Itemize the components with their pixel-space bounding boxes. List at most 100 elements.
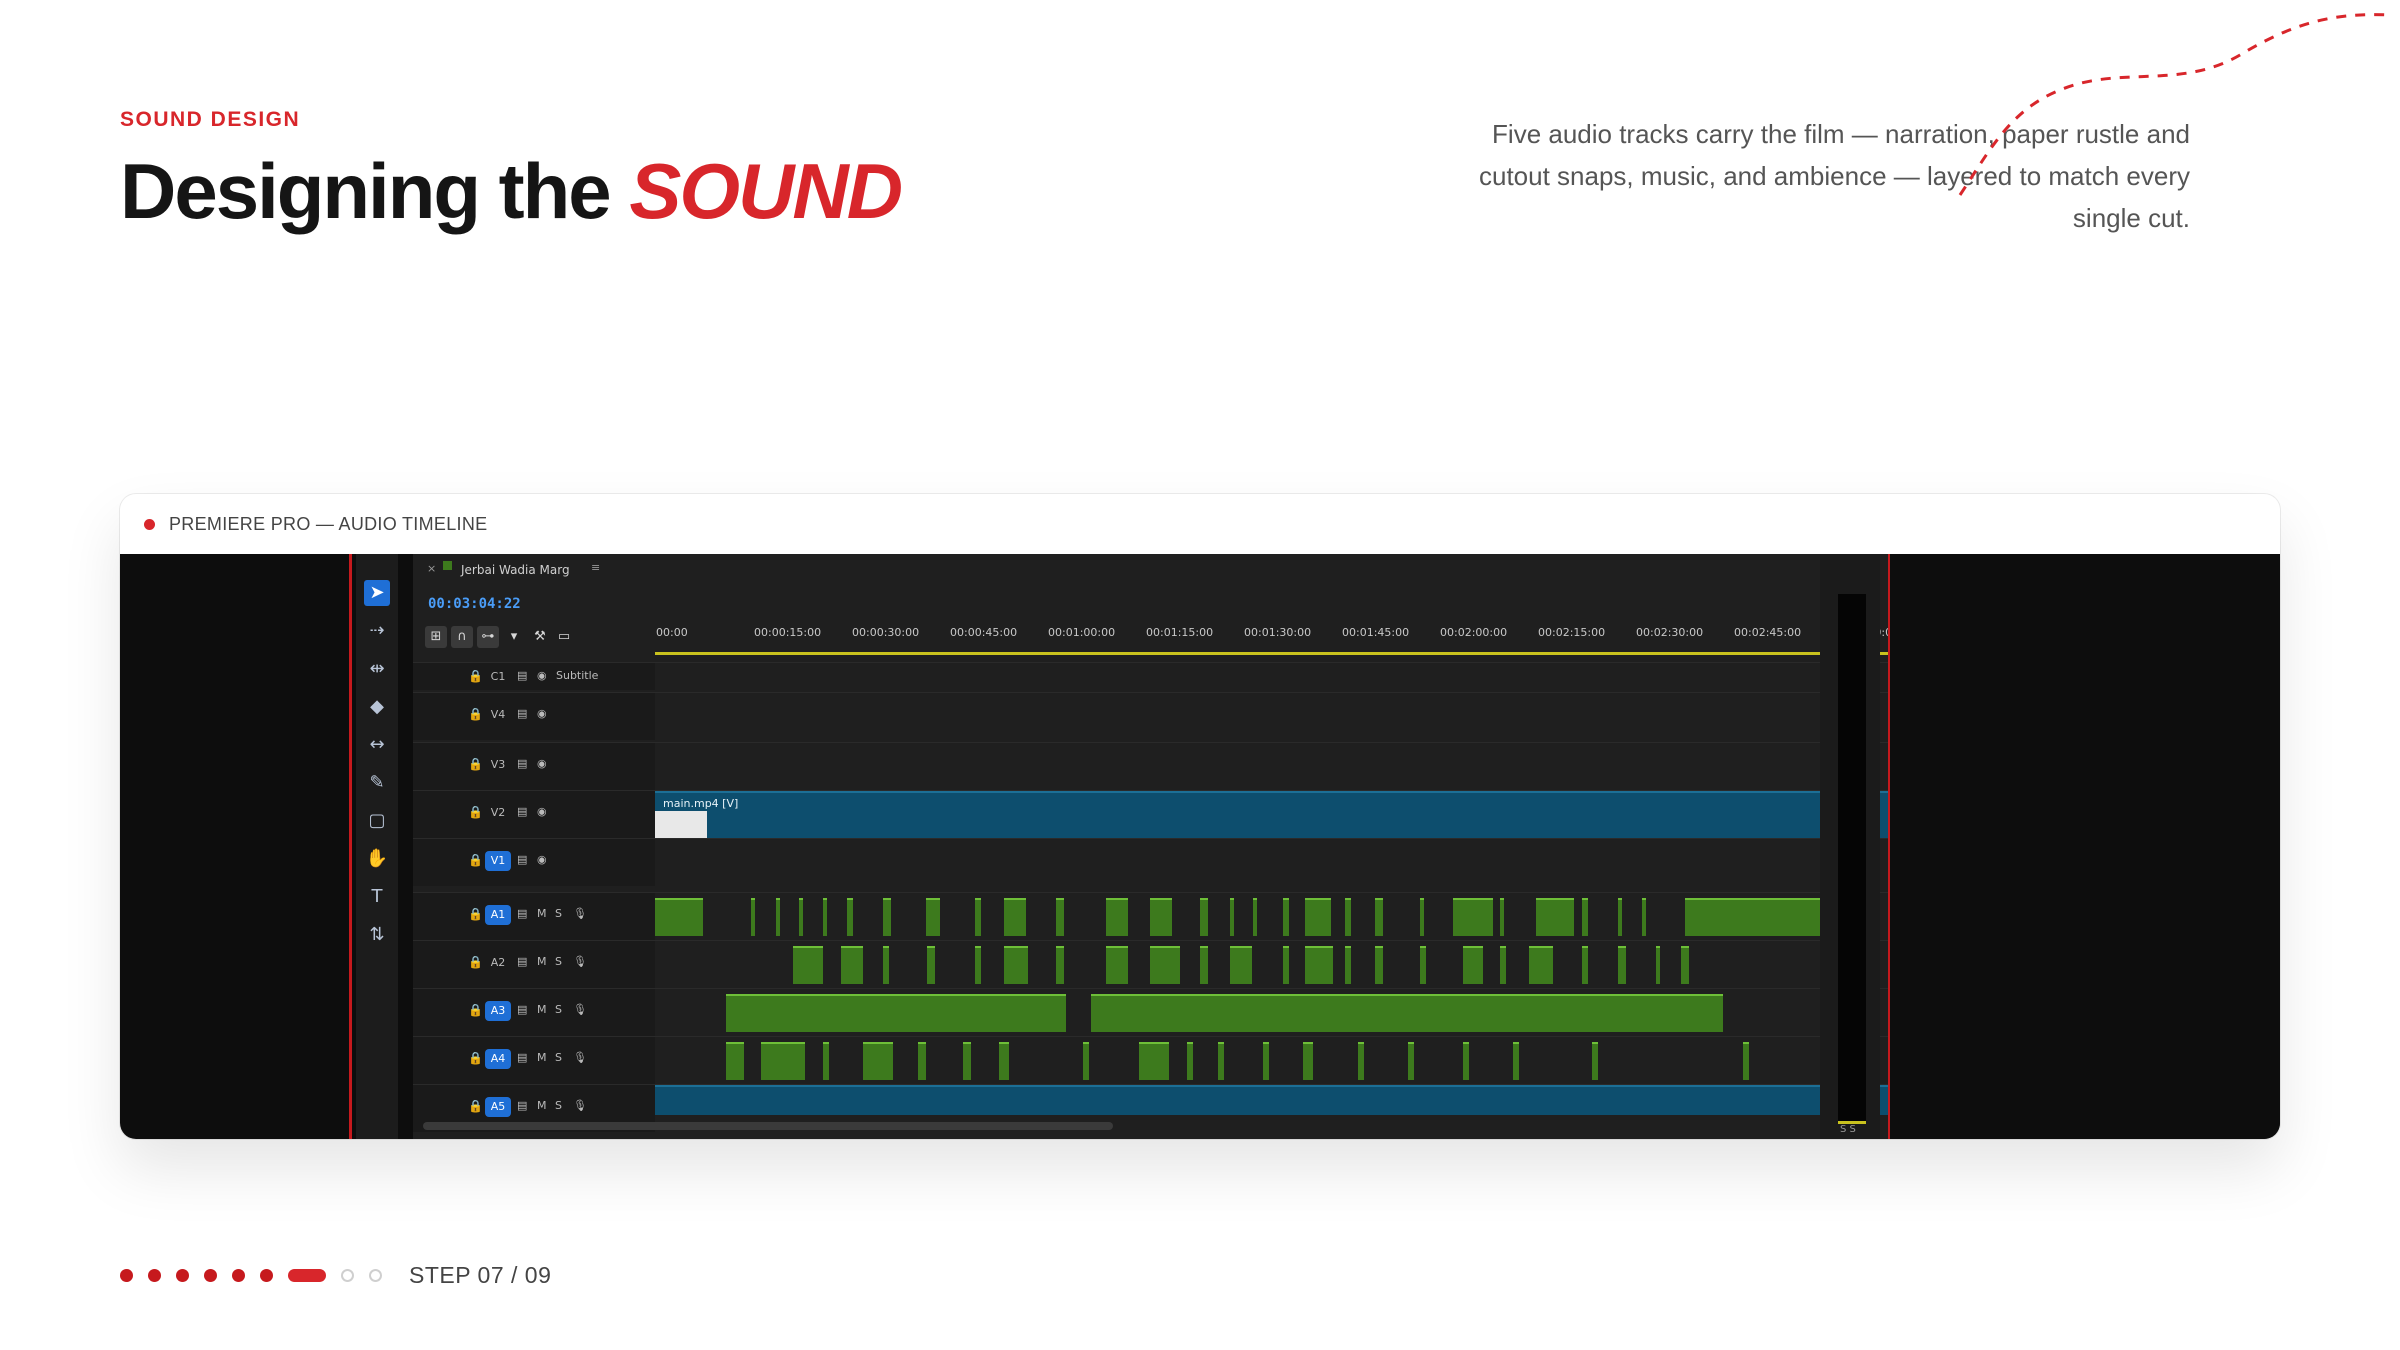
track-target-button[interactable]: A3 [485, 1001, 511, 1021]
audio-clip-a3[interactable] [726, 994, 1066, 1032]
lock-icon[interactable]: 🔒 [468, 907, 483, 921]
audio-clip-a1[interactable] [1420, 898, 1424, 936]
sync-lock-icon[interactable]: ▤ [517, 805, 527, 818]
solo-button[interactable]: S [555, 907, 562, 920]
track-target-button[interactable]: A4 [485, 1049, 511, 1069]
track-target-button[interactable]: V4 [485, 705, 511, 725]
solo-button[interactable]: S [555, 1099, 562, 1112]
eye-icon[interactable]: ◉ [537, 669, 547, 682]
audio-clip-a1[interactable] [1453, 898, 1493, 936]
type-tool-icon[interactable]: T [364, 884, 390, 910]
ripple-edit-icon[interactable]: ⇹ [364, 656, 390, 682]
lock-icon[interactable]: 🔒 [468, 853, 483, 867]
track-target-button[interactable]: A1 [485, 905, 511, 925]
solo-button[interactable]: S [555, 1051, 562, 1064]
audio-clip-a4[interactable] [1263, 1042, 1269, 1080]
lock-icon[interactable]: 🔒 [468, 1003, 483, 1017]
playhead-timecode[interactable]: 00:03:04:22 [428, 596, 521, 612]
audio-clip-a4[interactable] [918, 1042, 926, 1080]
audio-clip-a1[interactable] [1642, 898, 1646, 936]
sync-lock-icon[interactable]: ▤ [517, 669, 527, 682]
track-target-button[interactable]: C1 [485, 667, 511, 687]
eye-icon[interactable]: ◉ [537, 805, 547, 818]
audio-clip-a4[interactable] [1218, 1042, 1224, 1080]
linked-selection-icon[interactable]: ⊶ [477, 626, 499, 648]
audio-clip-a2[interactable] [1420, 946, 1426, 984]
audio-clip-a4[interactable] [1139, 1042, 1169, 1080]
audio-clip-a4[interactable] [1187, 1042, 1193, 1080]
close-tab-icon[interactable]: × [427, 562, 436, 575]
audio-clip-a1[interactable] [1200, 898, 1208, 936]
audio-clip-a1[interactable] [1106, 898, 1128, 936]
progress-dot[interactable] [260, 1269, 273, 1282]
remix-tool-icon[interactable]: ⇅ [364, 922, 390, 948]
audio-clip-a4[interactable] [823, 1042, 829, 1080]
wrench-icon[interactable]: ⚒ [529, 626, 551, 648]
track-target-button[interactable]: V1 [485, 851, 511, 871]
audio-clip-a1[interactable] [975, 898, 981, 936]
audio-clip-a2[interactable] [793, 946, 823, 984]
audio-clip-a1[interactable] [1253, 898, 1257, 936]
audio-clip-a4[interactable] [1358, 1042, 1364, 1080]
voiceover-mic-icon[interactable]: 🎙 [573, 907, 587, 920]
audio-clip-a1[interactable] [1056, 898, 1064, 936]
audio-clip-a1[interactable] [751, 898, 755, 936]
mute-button[interactable]: M [537, 1003, 547, 1016]
lock-icon[interactable]: 🔒 [468, 805, 483, 819]
nest-icon[interactable]: ⊞ [425, 626, 447, 648]
sync-lock-icon[interactable]: ▤ [517, 853, 527, 866]
audio-clip-a4[interactable] [1463, 1042, 1469, 1080]
track-target-button[interactable]: A5 [485, 1097, 511, 1117]
lock-icon[interactable]: 🔒 [468, 669, 483, 683]
lock-icon[interactable]: 🔒 [468, 1051, 483, 1065]
audio-clip-a4[interactable] [1408, 1042, 1414, 1080]
work-area-bar[interactable] [655, 652, 1945, 655]
voiceover-mic-icon[interactable]: 🎙 [573, 1003, 587, 1016]
audio-clip-a1[interactable] [926, 898, 940, 936]
audio-clip-a2[interactable] [883, 946, 889, 984]
audio-clip-a3[interactable] [1091, 994, 1723, 1032]
audio-clip-a2[interactable] [1375, 946, 1383, 984]
audio-clip-a2[interactable] [1056, 946, 1064, 984]
audio-clip-a1[interactable] [1618, 898, 1622, 936]
audio-clip-a4[interactable] [1743, 1042, 1749, 1080]
razor-tool-icon[interactable]: ◆ [364, 694, 390, 720]
audio-clip-a2[interactable] [975, 946, 981, 984]
audio-clip-a2[interactable] [1230, 946, 1252, 984]
audio-clip-a2[interactable] [1283, 946, 1289, 984]
snap-icon[interactable]: ∩ [451, 626, 473, 648]
lock-icon[interactable]: 🔒 [468, 1099, 483, 1113]
audio-clip-a1[interactable] [1283, 898, 1289, 936]
audio-clip-a4[interactable] [726, 1042, 744, 1080]
eye-icon[interactable]: ◉ [537, 757, 547, 770]
audio-clip-a2[interactable] [1681, 946, 1689, 984]
slip-tool-icon[interactable]: ↔ [364, 732, 390, 758]
track-target-button[interactable]: V3 [485, 755, 511, 775]
progress-dot[interactable] [232, 1269, 245, 1282]
mute-button[interactable]: M [537, 907, 547, 920]
add-marker-icon[interactable]: ▾ [503, 626, 525, 648]
audio-clip-a1[interactable] [1536, 898, 1574, 936]
audio-clip-a2[interactable] [1500, 946, 1506, 984]
voiceover-mic-icon[interactable]: 🎙 [573, 955, 587, 968]
sync-lock-icon[interactable]: ▤ [517, 955, 527, 968]
solo-button[interactable]: S [555, 1003, 562, 1016]
voiceover-mic-icon[interactable]: 🎙 [573, 1099, 587, 1112]
audio-clip-a4[interactable] [1513, 1042, 1519, 1080]
sync-lock-icon[interactable]: ▤ [517, 1099, 527, 1112]
sync-lock-icon[interactable]: ▤ [517, 1051, 527, 1064]
audio-clip-a2[interactable] [1618, 946, 1626, 984]
pen-tool-icon[interactable]: ✎ [364, 770, 390, 796]
track-target-button[interactable]: A2 [485, 953, 511, 973]
progress-dot[interactable] [204, 1269, 217, 1282]
audio-clip-a2[interactable] [1345, 946, 1351, 984]
audio-clip-a4[interactable] [999, 1042, 1009, 1080]
audio-clip-a2[interactable] [1106, 946, 1128, 984]
audio-clip-a1[interactable] [799, 898, 803, 936]
audio-clip-a2[interactable] [927, 946, 935, 984]
audio-clip-a1[interactable] [823, 898, 827, 936]
sync-lock-icon[interactable]: ▤ [517, 907, 527, 920]
mute-button[interactable]: M [537, 955, 547, 968]
audio-clip-a2[interactable] [841, 946, 863, 984]
audio-clip-a2[interactable] [1150, 946, 1180, 984]
